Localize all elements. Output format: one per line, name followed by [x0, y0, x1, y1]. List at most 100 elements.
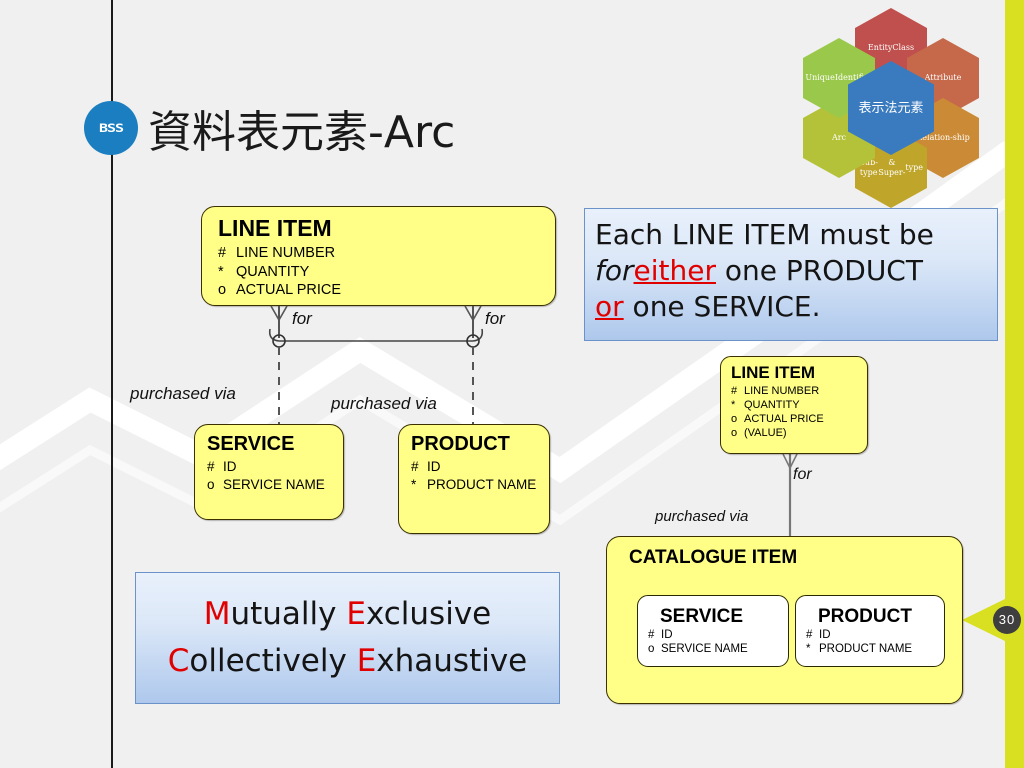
- attribute-mark: #: [207, 459, 215, 474]
- callout-text: utually: [230, 596, 347, 632]
- callout-red-initial: M: [203, 596, 231, 632]
- callout-mece-box: Mutually Exclusive Collectively Exhausti…: [135, 572, 560, 704]
- attribute-label: PRODUCT NAME: [427, 476, 537, 492]
- attribute-mark: *: [806, 643, 811, 655]
- entity-attribute-row: # ID: [207, 458, 343, 476]
- entity-title: SERVICE: [207, 433, 295, 455]
- attribute-label: SERVICE NAME: [223, 476, 325, 492]
- rel-label-for-left-2: for: [485, 309, 505, 328]
- entity-attribute-row: # ID: [411, 458, 549, 476]
- attribute-label: QUANTITY: [744, 399, 800, 411]
- rel-label-purchased-via-right: purchased via: [655, 508, 749, 525]
- attribute-mark: o: [207, 476, 215, 492]
- attribute-mark: *: [218, 263, 224, 280]
- attribute-mark: o: [648, 643, 655, 655]
- attribute-label: PRODUCT NAME: [819, 643, 913, 655]
- entity-attribute-row: o ACTUAL PRICE: [731, 412, 867, 426]
- hexagon-cluster: Entity Class Attribute Relation-ship Sub-…: [752, 6, 979, 208]
- attribute-mark: o: [731, 413, 738, 425]
- entity-attribute-row: # LINE NUMBER: [218, 244, 555, 263]
- hex-label-line: ship: [952, 133, 970, 142]
- attribute-label: ID: [223, 459, 237, 474]
- entity-line-item-left: LINE ITEM # LINE NUMBER * QUANTITY o ACTUAL P…: [201, 206, 556, 306]
- entity-title: PRODUCT: [818, 606, 912, 627]
- entity-attribute-list: # ID o SERVICE NAME: [207, 458, 343, 493]
- callout-text: ollectively: [189, 643, 357, 679]
- entity-attribute-row: * PRODUCT NAME: [806, 642, 944, 656]
- entity-title: LINE ITEM: [731, 363, 816, 382]
- callout-text: Each LINE ITEM must be: [595, 218, 934, 251]
- callout-text: one SERVICE.: [623, 290, 821, 323]
- hex-label-line: Entity: [867, 43, 893, 52]
- entity-attribute-row: # LINE NUMBER: [731, 384, 867, 398]
- rel-label-purchased-via-left-1: purchased via: [130, 384, 236, 403]
- attribute-label: SERVICE NAME: [661, 643, 748, 655]
- rel-label-for-left-1: for: [292, 309, 312, 328]
- hex-label-line: Arc: [831, 133, 847, 142]
- hex-center-label-line: 元素: [897, 100, 924, 116]
- hex-label-line: Class: [892, 43, 915, 52]
- entity-attribute-row: # ID: [648, 628, 788, 642]
- attribute-mark: *: [411, 476, 417, 492]
- slide-canvas: 30 BSS 資料表元素-Arc Entity Class Attribute R…: [0, 0, 1024, 768]
- attribute-mark: o: [731, 427, 738, 439]
- logo-text: BSS: [98, 121, 124, 135]
- rel-label-purchased-via-left-2: purchased via: [331, 394, 437, 413]
- hex-label-line: Unique: [805, 73, 835, 82]
- entity-attribute-row: * QUANTITY: [731, 398, 867, 412]
- entity-title: PRODUCT: [411, 433, 510, 455]
- attribute-label: (VALUE): [744, 427, 787, 439]
- hex-label-line: Attribute: [924, 73, 962, 82]
- callout-mece-line1: Mutually Exclusive: [204, 591, 492, 638]
- callout-rule-box: Each LINE ITEM must be foreither one PRO…: [584, 208, 998, 341]
- callout-red-initial: E: [356, 643, 377, 679]
- rel-label-for-right: for: [793, 466, 812, 483]
- attribute-mark: o: [218, 282, 227, 298]
- entity-product-left: PRODUCT # ID * PRODUCT NAME: [398, 424, 550, 534]
- callout-red-initial: C: [167, 643, 190, 679]
- attribute-label: QUANTITY: [236, 263, 310, 280]
- callout-text: xhaustive: [376, 643, 528, 679]
- entity-attribute-list: # ID * PRODUCT NAME: [806, 628, 944, 656]
- entity-title: CATALOGUE ITEM: [629, 547, 798, 568]
- attribute-label: LINE NUMBER: [744, 385, 820, 397]
- callout-italic-for: for: [595, 254, 634, 287]
- entity-catalogue-item: CATALOGUE ITEM SERVICE # ID o SERVICE NAME …: [606, 536, 963, 704]
- callout-text: xclusive: [365, 596, 492, 632]
- entity-title: LINE ITEM: [218, 215, 332, 241]
- attribute-mark: *: [731, 399, 736, 411]
- callout-rule-line3: or one SERVICE.: [595, 289, 985, 325]
- hex-label-line: & Super-: [878, 158, 906, 177]
- subtype-service: SERVICE # ID o SERVICE NAME: [637, 595, 789, 667]
- attribute-label: ACTUAL PRICE: [744, 413, 824, 425]
- attribute-label: ID: [427, 459, 441, 474]
- callout-red-or: or: [595, 290, 624, 323]
- entity-attribute-row: # ID: [806, 628, 944, 642]
- attribute-mark: #: [411, 459, 419, 474]
- entity-attribute-list: # LINE NUMBER * QUANTITY o ACTUAL PRICE o (VALU…: [731, 384, 867, 440]
- callout-rule-line2: foreither one PRODUCT: [595, 253, 985, 289]
- entity-line-item-right: LINE ITEM # LINE NUMBER * QUANTITY o ACTUAL P…: [720, 356, 868, 454]
- attribute-mark: #: [731, 385, 738, 397]
- hex-label-line: type: [905, 163, 923, 172]
- entity-attribute-row: o SERVICE NAME: [648, 642, 788, 656]
- page-number: 30: [993, 606, 1021, 634]
- attribute-mark: #: [648, 629, 655, 641]
- bss-logo: BSS: [84, 101, 138, 155]
- attribute-mark: #: [218, 245, 227, 261]
- entity-attribute-row: * QUANTITY: [218, 263, 555, 282]
- page-title: 資料表元素-Arc: [148, 107, 456, 158]
- callout-red-initial: E: [346, 596, 366, 632]
- entity-attribute-row: o (VALUE): [731, 426, 867, 440]
- attribute-label: LINE NUMBER: [236, 245, 336, 261]
- attribute-mark: #: [806, 629, 813, 641]
- entity-attribute-list: # LINE NUMBER * QUANTITY o ACTUAL PRICE: [218, 244, 555, 300]
- entity-service-left: SERVICE # ID o SERVICE NAME: [194, 424, 344, 520]
- callout-rule-line1: Each LINE ITEM must be: [595, 217, 985, 253]
- entity-attribute-row: o ACTUAL PRICE: [218, 281, 555, 300]
- attribute-label: ID: [819, 629, 831, 641]
- callout-text: one PRODUCT: [715, 254, 923, 287]
- entity-attribute-row: * PRODUCT NAME: [411, 476, 549, 494]
- entity-attribute-list: # ID * PRODUCT NAME: [411, 458, 549, 493]
- callout-mece-line2: Collectively Exhaustive: [168, 638, 528, 685]
